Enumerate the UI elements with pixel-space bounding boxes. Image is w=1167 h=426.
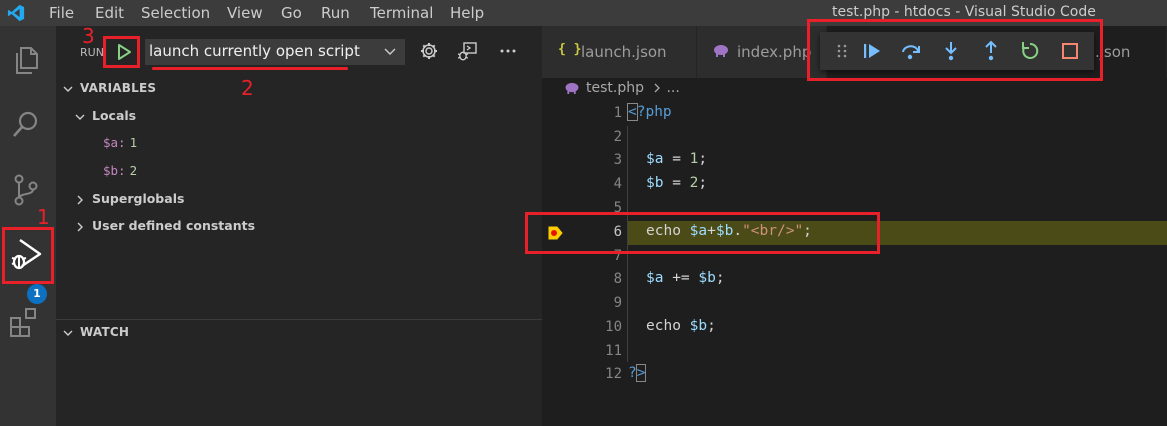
variable-name: $b:	[103, 163, 126, 178]
watch-section-header[interactable]: WATCH	[62, 325, 129, 339]
annotation-box-debug-view	[2, 227, 54, 284]
variable-value: 2	[129, 163, 138, 178]
chevron-down-icon	[75, 114, 85, 120]
tab-label: index.php	[737, 43, 812, 61]
search-icon[interactable]	[8, 106, 44, 142]
annotation-underline-config	[152, 67, 348, 70]
line-number: 3	[613, 152, 622, 168]
vscode-logo-icon	[7, 4, 25, 22]
launch-config-value: launch currently open script	[149, 42, 360, 60]
constants-scope[interactable]: User defined constants	[74, 218, 255, 233]
variable-name: $a:	[103, 135, 126, 150]
code-line[interactable]: 11	[542, 340, 1167, 364]
code-line[interactable]: 10 echo $b;	[542, 316, 1167, 340]
annotation-box-current-line	[525, 212, 880, 254]
menu-terminal[interactable]: Terminal	[370, 4, 433, 22]
code-line[interactable]: 9	[542, 292, 1167, 316]
breadcrumb-rest: ...	[666, 80, 680, 96]
constants-label: User defined constants	[92, 218, 256, 233]
breadcrumb-file: test.php	[586, 80, 644, 96]
variables-title: VARIABLES	[80, 81, 157, 95]
code-text: ?>	[628, 364, 647, 382]
annotation-number: 1	[37, 205, 50, 229]
annotation-number: 2	[241, 76, 254, 100]
line-number: 11	[605, 343, 622, 359]
menu-run[interactable]: Run	[321, 4, 350, 22]
chevron-down-icon	[384, 48, 396, 55]
annotation-box-start-button	[103, 36, 140, 68]
variable-value: 1	[129, 135, 138, 150]
line-number: 2	[613, 129, 622, 145]
chevron-right-icon	[654, 83, 661, 93]
run-debug-sidebar: RUN launch currently open script VARIABL…	[56, 26, 542, 426]
code-text: $a = 1;	[646, 151, 708, 167]
menu-go[interactable]: Go	[281, 4, 302, 22]
code-line[interactable]: 8 $a += $b;	[542, 268, 1167, 292]
watch-title: WATCH	[80, 325, 130, 339]
json-icon: { }	[558, 42, 582, 57]
code-text: $b = 2;	[646, 175, 708, 191]
extensions-icon[interactable]	[8, 304, 44, 340]
locals-scope[interactable]: Locals	[74, 108, 136, 123]
code-line[interactable]: 3 $a = 1;	[542, 149, 1167, 173]
code-line[interactable]: 4 $b = 2;	[542, 173, 1167, 197]
annotation-number: 3	[82, 24, 95, 48]
line-number: 1	[613, 105, 622, 121]
section-divider	[56, 319, 542, 320]
explorer-icon[interactable]	[8, 42, 44, 78]
launch-config-select[interactable]: launch currently open script	[145, 39, 405, 65]
code-text: <?php	[627, 103, 672, 121]
menu-help[interactable]: Help	[450, 4, 484, 22]
menu-selection[interactable]: Selection	[141, 4, 210, 22]
code-line[interactable]: 2	[542, 126, 1167, 150]
gear-icon[interactable]	[418, 40, 440, 62]
variables-section-header[interactable]: VARIABLES	[62, 81, 156, 95]
superglobals-label: Superglobals	[92, 191, 185, 206]
line-number: 9	[613, 295, 622, 311]
source-control-icon[interactable]	[8, 172, 44, 208]
chevron-right-icon	[77, 222, 83, 231]
annotation-box-debug-toolbar	[807, 19, 1103, 81]
locals-label: Locals	[92, 108, 137, 123]
more-actions-icon[interactable]	[497, 40, 519, 62]
window-title: test.php - htdocs - Visual Studio Code	[832, 4, 1096, 20]
php-elephant-icon	[714, 45, 728, 57]
code-text: $a += $b;	[646, 270, 725, 286]
chevron-down-icon	[63, 86, 73, 92]
code-text: echo $b;	[646, 318, 716, 334]
line-number: 4	[613, 176, 622, 192]
breadcrumb[interactable]: test.php ...	[564, 80, 680, 96]
debug-badge: 1	[27, 284, 47, 304]
superglobals-scope[interactable]: Superglobals	[74, 191, 184, 206]
code-line[interactable]: 1 <?php	[542, 102, 1167, 126]
menu-view[interactable]: View	[227, 4, 263, 22]
line-number: 8	[613, 271, 622, 287]
php-elephant-icon	[565, 82, 579, 94]
tab-label: launch.json	[581, 43, 667, 61]
line-number: 12	[605, 366, 622, 382]
tab-launch-json[interactable]: { } launch.json	[542, 26, 697, 78]
debug-console-icon[interactable]	[456, 40, 478, 62]
chevron-right-icon	[77, 195, 83, 204]
variable-row[interactable]: $a: 1	[103, 135, 137, 150]
line-number: 10	[605, 319, 622, 335]
menu-file[interactable]: File	[49, 4, 74, 22]
menu-edit[interactable]: Edit	[95, 4, 124, 22]
chevron-down-icon	[63, 330, 73, 336]
code-line[interactable]: 12 ?>	[542, 363, 1167, 387]
variable-row[interactable]: $b: 2	[103, 163, 137, 178]
